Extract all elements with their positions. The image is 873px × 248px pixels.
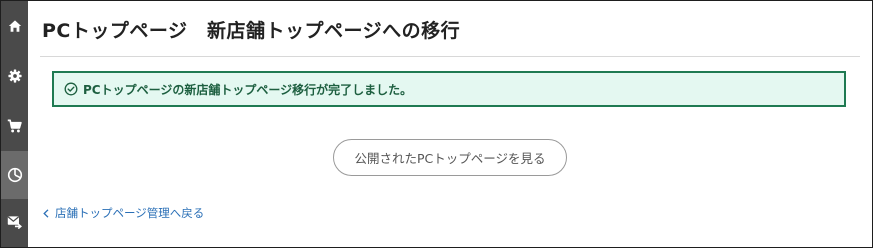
mail-forward-icon bbox=[7, 215, 22, 229]
sidebar-item-cart[interactable] bbox=[1, 103, 28, 149]
sidebar-item-mail[interactable] bbox=[1, 199, 28, 245]
sidebar-item-home[interactable] bbox=[1, 3, 28, 49]
view-published-page-button[interactable]: 公開されたPCトップページを見る bbox=[333, 139, 567, 176]
back-link-label: 店舗トップページ管理へ戻る bbox=[55, 206, 205, 220]
page-title: PCトップページ 新店舗トップページへの移行 bbox=[42, 20, 461, 42]
home-icon bbox=[8, 19, 22, 33]
gear-icon bbox=[7, 69, 22, 83]
title-divider bbox=[40, 56, 860, 57]
pie-chart-icon bbox=[7, 167, 23, 183]
success-message: PCトップページの新店舗トップページ移行が完了しました。 bbox=[83, 82, 413, 97]
check-circle-icon bbox=[64, 82, 78, 96]
chevron-left-icon bbox=[43, 208, 49, 218]
sidebar-item-settings[interactable] bbox=[1, 53, 28, 99]
cart-icon bbox=[7, 119, 22, 133]
sidebar bbox=[1, 1, 28, 247]
app-window: PCトップページ 新店舗トップページへの移行 PCトップページの新店舗トップペー… bbox=[0, 0, 873, 248]
main-content: PCトップページ 新店舗トップページへの移行 PCトップページの新店舗トップペー… bbox=[28, 1, 872, 247]
success-notice: PCトップページの新店舗トップページ移行が完了しました。 bbox=[52, 71, 846, 107]
back-to-store-top-link[interactable]: 店舗トップページ管理へ戻る bbox=[43, 205, 204, 221]
sidebar-item-analytics[interactable] bbox=[1, 151, 28, 199]
